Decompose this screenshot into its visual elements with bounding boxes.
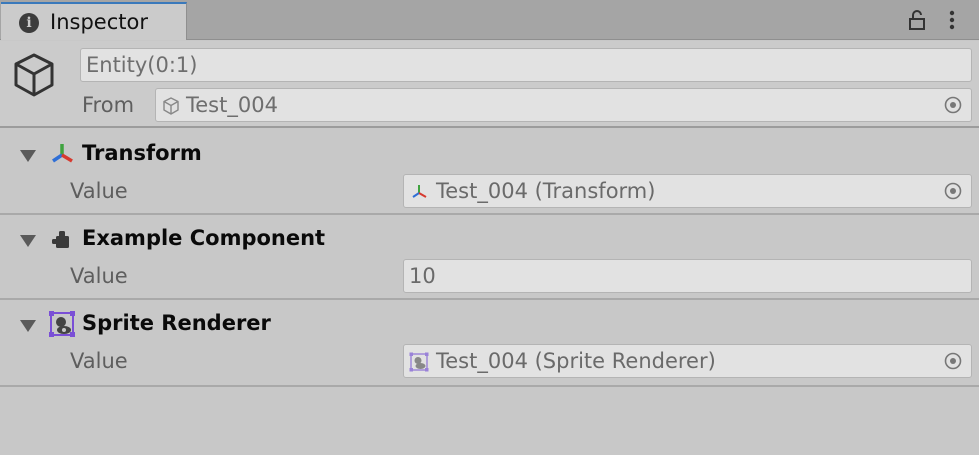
sprite-renderer-value-field[interactable]: Test_004 (Sprite Renderer) bbox=[403, 344, 972, 378]
component-title[interactable]: Sprite Renderer bbox=[82, 311, 271, 335]
component-sprite-renderer: Sprite Renderer Value Test_004 (Sprite R… bbox=[0, 300, 979, 387]
gameobject-cube-icon bbox=[14, 53, 54, 97]
foldout-arrow-icon[interactable] bbox=[20, 320, 36, 332]
more-vertical-icon[interactable] bbox=[940, 8, 964, 32]
empty-inspector-area bbox=[0, 387, 979, 455]
component-transform: Transform Value Test_004 (Transform) bbox=[0, 130, 979, 215]
from-object-field[interactable]: Test_004 bbox=[155, 88, 972, 122]
example-value-field[interactable]: 10 bbox=[403, 259, 972, 293]
entity-name-text: Entity(0:1) bbox=[86, 53, 198, 77]
script-component-icon bbox=[52, 231, 69, 248]
gameobject-cube-icon bbox=[163, 97, 179, 115]
tab-title: Inspector bbox=[50, 10, 148, 34]
transform-axes-icon bbox=[412, 185, 427, 198]
component-title[interactable]: Transform bbox=[82, 141, 202, 165]
property-label: Value bbox=[70, 349, 128, 373]
transform-value-field[interactable]: Test_004 (Transform) bbox=[403, 174, 972, 208]
component-title[interactable]: Example Component bbox=[82, 226, 325, 250]
lock-icon[interactable] bbox=[905, 8, 929, 32]
entity-header: Entity(0:1) From Test_004 bbox=[0, 41, 979, 128]
foldout-arrow-icon[interactable] bbox=[20, 235, 36, 247]
sprite-renderer-icon bbox=[409, 352, 429, 372]
from-object-value: Test_004 bbox=[186, 93, 278, 117]
tab-inspector[interactable]: i Inspector bbox=[1, 2, 187, 40]
info-icon: i bbox=[19, 13, 39, 33]
property-value: 10 bbox=[409, 264, 436, 288]
transform-axes-icon bbox=[52, 144, 73, 163]
object-picker-icon[interactable] bbox=[943, 181, 963, 201]
property-value: Test_004 (Transform) bbox=[436, 179, 656, 203]
from-label: From bbox=[82, 93, 135, 117]
entity-name-field[interactable]: Entity(0:1) bbox=[80, 48, 972, 82]
foldout-arrow-icon[interactable] bbox=[20, 150, 36, 162]
sprite-renderer-icon bbox=[49, 311, 75, 337]
component-example: Example Component Value 10 bbox=[0, 215, 979, 300]
object-picker-icon[interactable] bbox=[943, 95, 963, 115]
tab-bar: i Inspector bbox=[0, 0, 979, 40]
property-value: Test_004 (Sprite Renderer) bbox=[436, 349, 716, 373]
inspector-window: i Inspector Entity(0:1) From Test_004 Tr… bbox=[0, 0, 979, 455]
property-label: Value bbox=[70, 264, 128, 288]
object-picker-icon[interactable] bbox=[943, 351, 963, 371]
property-label: Value bbox=[70, 179, 128, 203]
